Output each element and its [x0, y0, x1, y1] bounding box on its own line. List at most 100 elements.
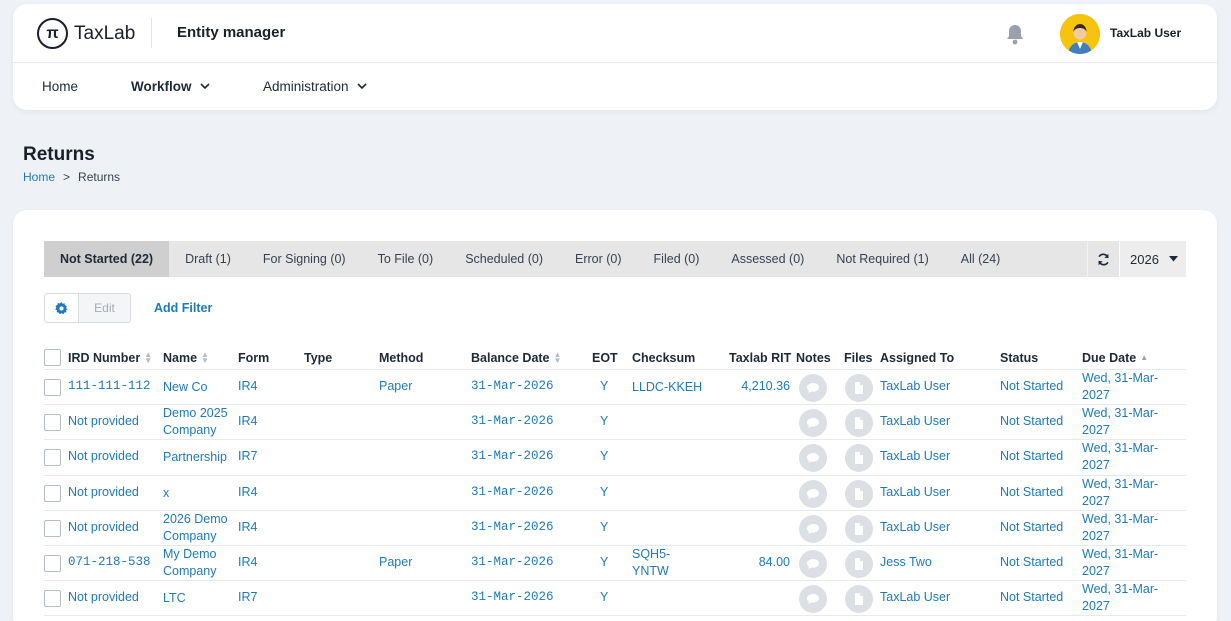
row-checkbox[interactable] [44, 379, 61, 396]
entity-name[interactable]: My Demo Company [163, 546, 217, 580]
assigned-to[interactable]: TaxLab User [880, 449, 950, 463]
col-balance-date[interactable]: Balance Date ▲ ▼ [471, 351, 561, 366]
comment-icon[interactable] [799, 444, 827, 473]
table-row[interactable]: Not provided Partnership IR7 31-Mar-2026 Y Ta… [44, 440, 1186, 476]
document-icon[interactable] [845, 409, 873, 438]
col-type[interactable]: Type [304, 351, 332, 365]
entity-name[interactable]: Partnership [163, 449, 227, 466]
ird-number[interactable]: 071-218-538 [68, 555, 151, 569]
document-icon[interactable] [845, 444, 873, 473]
col-notes[interactable]: Notes [796, 351, 831, 365]
status-text[interactable]: Not Started [1000, 485, 1063, 499]
tab-status[interactable]: Filed (0) [638, 241, 716, 277]
tab-status[interactable]: Error (0) [559, 241, 638, 277]
row-checkbox[interactable] [44, 519, 61, 537]
col-name[interactable]: Name ▲ ▼ [163, 351, 209, 366]
col-due-date[interactable]: Due Date ▲ [1082, 351, 1148, 365]
assigned-to[interactable]: TaxLab User [880, 520, 950, 534]
add-filter-link[interactable]: Add Filter [154, 301, 212, 315]
table-row[interactable]: 071-218-538 My Demo Company IR4 Paper 31-Mar-… [44, 546, 1186, 582]
document-icon[interactable] [845, 549, 873, 578]
status-text[interactable]: Not Started [1000, 379, 1063, 393]
entity-name[interactable]: x [163, 485, 169, 502]
entity-name[interactable]: New Co [163, 379, 207, 396]
ird-number[interactable]: Not provided [68, 485, 139, 499]
form-type[interactable]: IR4 [238, 520, 257, 534]
table-row[interactable]: 111-111-112 New Co IR4 Paper 31-Mar-2026 Y LLD… [44, 370, 1186, 406]
col-method[interactable]: Method [379, 351, 423, 365]
form-type[interactable]: IR4 [238, 555, 257, 569]
col-status[interactable]: Status [1000, 351, 1038, 365]
user-avatar[interactable] [1060, 14, 1100, 54]
tab-status[interactable]: Assessed (0) [715, 241, 820, 277]
entity-name[interactable]: Demo 2025 Company [163, 405, 228, 439]
row-checkbox[interactable] [44, 484, 61, 502]
breadcrumb-home[interactable]: Home [23, 170, 55, 184]
taxlab-rit[interactable]: 4,210.36 [741, 379, 790, 393]
col-assigned-to[interactable]: Assigned To [880, 351, 954, 365]
taxlab-rit[interactable]: 84.00 [759, 555, 790, 569]
comment-icon[interactable] [799, 479, 827, 508]
edit-button[interactable]: Edit [79, 293, 131, 323]
nav-home[interactable]: Home [42, 79, 78, 94]
ird-number[interactable]: Not provided [68, 520, 139, 534]
tab-status[interactable]: Draft (1) [169, 241, 247, 277]
assigned-to[interactable]: TaxLab User [880, 485, 950, 499]
tab-status[interactable]: To File (0) [362, 241, 450, 277]
ird-number[interactable]: Not provided [68, 414, 139, 428]
assigned-to[interactable]: TaxLab User [880, 590, 950, 604]
year-select[interactable]: 2026 [1119, 241, 1186, 277]
tab-status[interactable]: All (24) [945, 241, 1017, 277]
refresh-button[interactable] [1087, 241, 1119, 277]
tab-status[interactable]: For Signing (0) [247, 241, 362, 277]
table-row[interactable]: Not provided LTC IR7 31-Mar-2026 Y TaxLab Use… [44, 581, 1186, 617]
comment-icon[interactable] [799, 409, 827, 438]
tab-status[interactable]: Not Started (22) [44, 241, 170, 277]
select-all-checkbox[interactable] [44, 349, 61, 366]
nav-administration[interactable]: Administration [263, 79, 367, 94]
col-eot[interactable]: EOT [592, 351, 618, 365]
row-checkbox[interactable] [44, 554, 61, 572]
user-name[interactable]: TaxLab User [1110, 26, 1181, 40]
bell-icon[interactable] [1005, 23, 1025, 50]
status-text[interactable]: Not Started [1000, 449, 1063, 463]
settings-button[interactable] [44, 293, 79, 323]
form-type[interactable]: IR4 [238, 414, 257, 428]
status-text[interactable]: Not Started [1000, 590, 1063, 604]
document-icon[interactable] [845, 585, 873, 614]
row-checkbox[interactable] [44, 590, 61, 608]
table-row[interactable]: Not provided Demo 2025 Company IR4 31-Mar-20… [44, 405, 1186, 441]
entity-name[interactable]: LTC [163, 590, 186, 607]
table-row[interactable]: Not provided x IR4 31-Mar-2026 Y TaxLab User N… [44, 476, 1186, 511]
document-icon[interactable] [845, 374, 873, 402]
nav-workflow[interactable]: Workflow [131, 79, 210, 94]
col-ird-number[interactable]: IRD Number ▲ ▼ [68, 351, 152, 366]
tab-status[interactable]: Scheduled (0) [449, 241, 559, 277]
status-text[interactable]: Not Started [1000, 555, 1063, 569]
form-type[interactable]: IR4 [238, 485, 257, 499]
document-icon[interactable] [845, 479, 873, 508]
status-text[interactable]: Not Started [1000, 414, 1063, 428]
col-form[interactable]: Form [238, 351, 269, 365]
assigned-to[interactable]: TaxLab User [880, 414, 950, 428]
col-files[interactable]: Files [844, 351, 873, 365]
assigned-to[interactable]: TaxLab User [880, 379, 950, 393]
comment-icon[interactable] [799, 514, 827, 543]
form-type[interactable]: IR4 [238, 379, 257, 393]
tab-status[interactable]: Not Required (1) [820, 241, 944, 277]
entity-name[interactable]: 2026 Demo Company [163, 511, 228, 545]
row-checkbox[interactable] [44, 449, 61, 467]
assigned-to[interactable]: Jess Two [880, 555, 932, 569]
ird-number[interactable]: 111-111-112 [68, 379, 151, 393]
comment-icon[interactable] [799, 585, 827, 614]
ird-number[interactable]: Not provided [68, 449, 139, 463]
table-row[interactable]: Wed, 31-Mar- [44, 616, 1186, 621]
comment-icon[interactable] [799, 549, 827, 578]
form-type[interactable]: IR7 [238, 449, 257, 463]
document-icon[interactable] [845, 514, 873, 543]
table-row[interactable]: Not provided 2026 Demo Company IR4 31-Mar-20… [44, 511, 1186, 546]
form-type[interactable]: IR7 [238, 590, 257, 604]
comment-icon[interactable] [799, 374, 827, 402]
col-taxlab-rit[interactable]: Taxlab RIT [729, 351, 791, 365]
status-text[interactable]: Not Started [1000, 520, 1063, 534]
